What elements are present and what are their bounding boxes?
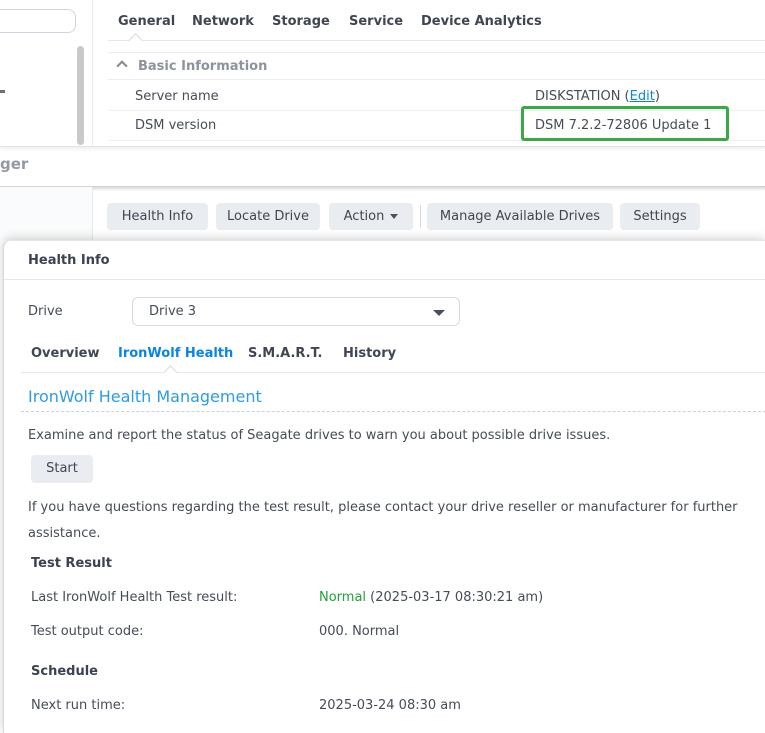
output-code-value: 000. Normal: [319, 624, 399, 639]
window-shadow: [0, 186, 765, 191]
tab-underline: [108, 40, 765, 41]
tab-general[interactable]: General: [118, 14, 175, 29]
dialog-header-divider: [4, 279, 765, 280]
divider: [108, 52, 765, 53]
health-info-button[interactable]: Health Info: [107, 203, 208, 230]
drive-select-value: Drive 3: [149, 304, 196, 319]
search-box-partial[interactable]: [0, 9, 76, 33]
active-tab-notch: [129, 33, 142, 46]
tab-history[interactable]: History: [343, 346, 396, 361]
caret-down-icon: [433, 310, 445, 316]
storage-manager-sidebar: [0, 187, 93, 240]
divider: [108, 140, 765, 141]
reseller-note: If you have questions regarding the test…: [28, 495, 746, 547]
next-run-label: Next run time:: [31, 698, 125, 713]
health-info-dialog: Health Info Drive Drive 3 Overview IronW…: [3, 240, 765, 733]
section-title: Basic Information: [138, 59, 267, 74]
server-name-text: DISKSTATION (: [535, 89, 630, 104]
divider: [108, 79, 765, 80]
dashed-divider: [21, 411, 765, 412]
manage-available-drives-button[interactable]: Manage Available Drives: [427, 203, 613, 230]
server-name-label: Server name: [135, 89, 219, 104]
dsm-version-label: DSM version: [135, 118, 216, 133]
pane-divider: [92, 0, 93, 147]
drive-select[interactable]: Drive 3: [132, 297, 460, 326]
last-test-timestamp: (2025-03-17 08:30:21 am): [366, 590, 543, 605]
dialog-tab-underline: [21, 372, 765, 373]
schedule-heading: Schedule: [31, 664, 98, 679]
tab-device-analytics[interactable]: Device Analytics: [421, 14, 542, 29]
scrollbar-thumb[interactable]: [77, 46, 84, 145]
tab-service[interactable]: Service: [349, 14, 403, 29]
last-test-label: Last IronWolf Health Test result:: [31, 590, 237, 605]
last-test-value: Normal (2025-03-17 08:30:21 am): [319, 590, 543, 605]
server-name-value: DISKSTATION (Edit): [535, 89, 660, 104]
test-result-heading: Test Result: [31, 556, 112, 571]
list-marker: [0, 90, 5, 93]
tab-network[interactable]: Network: [192, 14, 254, 29]
server-name-suffix: ): [655, 89, 660, 104]
next-run-value: 2025-03-24 08:30 am: [319, 698, 461, 713]
edit-link[interactable]: Edit: [630, 89, 655, 104]
chevron-up-icon[interactable]: [116, 60, 127, 71]
dsm-version-value: DSM 7.2.2-72806 Update 1: [535, 118, 711, 133]
settings-button[interactable]: Settings: [620, 203, 700, 230]
start-button[interactable]: Start: [31, 455, 93, 483]
ironwolf-description: Examine and report the status of Seagate…: [28, 428, 610, 443]
action-button-label: Action: [344, 209, 385, 224]
tab-overview[interactable]: Overview: [31, 346, 100, 361]
status-normal: Normal: [319, 590, 366, 605]
info-center-window: General Network Storage Service Device A…: [0, 0, 765, 147]
tab-storage[interactable]: Storage: [272, 14, 330, 29]
tab-smart[interactable]: S.M.A.R.T.: [248, 346, 322, 361]
dialog-title: Health Info: [28, 253, 110, 268]
ironwolf-heading: IronWolf Health Management: [28, 387, 262, 406]
drive-label: Drive: [28, 304, 63, 319]
tab-ironwolf-health[interactable]: IronWolf Health: [118, 346, 233, 361]
locate-drive-button[interactable]: Locate Drive: [216, 203, 320, 230]
divider: [108, 110, 765, 111]
storage-manager-title-partial: ger: [0, 155, 28, 173]
toolbar-divider: [420, 205, 421, 228]
output-code-label: Test output code:: [31, 624, 143, 639]
caret-down-icon: [390, 214, 398, 219]
active-tab-notch: [164, 365, 177, 378]
action-button[interactable]: Action: [329, 203, 413, 230]
